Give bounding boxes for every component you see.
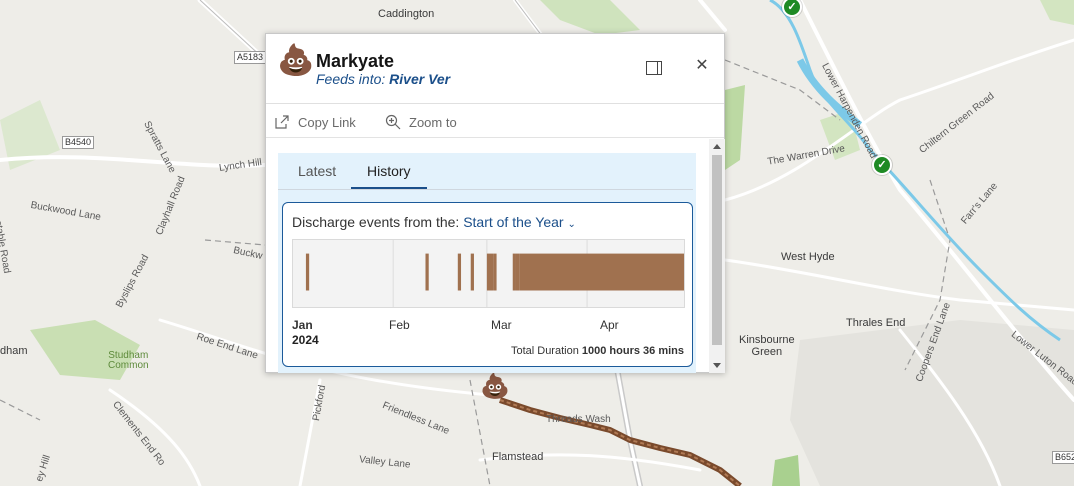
poo-icon[interactable]: 💩: [480, 375, 510, 399]
history-heading: Discharge events from the: Start of the …: [292, 214, 576, 230]
history-card: Discharge events from the: Start of the …: [282, 202, 693, 367]
scroll-down-icon[interactable]: [713, 363, 721, 368]
status-ok-marker[interactable]: ✓: [872, 155, 892, 175]
river-name: River Ver: [389, 71, 451, 87]
discharge-timeline: [292, 239, 685, 308]
place-label: dham: [0, 345, 28, 357]
place-label: Thrales End: [846, 317, 906, 329]
discharge-event-bar[interactable]: [305, 253, 310, 291]
map-green-area: [540, 0, 640, 35]
map-road: [723, 258, 1074, 312]
map-road: [723, 38, 1074, 202]
discharge-event-bar[interactable]: [493, 253, 497, 291]
map-green-area: [772, 455, 800, 486]
close-icon[interactable]: ✕: [694, 58, 710, 74]
discharge-event-bar[interactable]: [470, 253, 474, 291]
road-shield: B4540: [62, 136, 95, 149]
popup-actions: Copy Link Zoom to: [266, 105, 724, 138]
month-label: Apr: [600, 318, 619, 332]
map-road: [698, 0, 727, 32]
total-duration-value: 1000 hours 36 mins: [581, 345, 684, 357]
month-label: Feb: [389, 318, 410, 332]
scroll-up-icon[interactable]: [713, 144, 721, 149]
road-shield: B652: [1052, 451, 1074, 464]
info-popup: 💩 Markyate Feeds into: River Ver ✕ Copy …: [265, 33, 725, 373]
discharge-event-bar[interactable]: [519, 253, 684, 291]
range-selected: Start of the Year: [463, 214, 564, 230]
map-green-area: [725, 85, 745, 170]
road-label: Threads Wash: [546, 414, 611, 425]
tab-latest[interactable]: Latest: [282, 157, 352, 189]
history-heading-label: Discharge events from the:: [292, 214, 464, 230]
scrollbar-thumb[interactable]: [712, 155, 722, 345]
discharge-event-bar[interactable]: [515, 253, 520, 291]
tab-history[interactable]: History: [351, 157, 427, 189]
discharge-event-bar[interactable]: [425, 253, 429, 291]
copy-link-button[interactable]: Copy Link: [274, 112, 356, 132]
green-area-label: Studham Common: [108, 350, 149, 371]
copy-link-label: Copy Link: [298, 114, 356, 130]
tab-divider: [278, 189, 693, 190]
map-river: [769, 0, 1061, 342]
poo-icon: 💩: [277, 44, 315, 77]
road-shield: A5183: [234, 51, 267, 64]
popup-title: Markyate: [316, 51, 395, 71]
feeds-into-label: Feeds into:: [316, 71, 390, 87]
dock-icon[interactable]: [646, 61, 662, 75]
share-icon: [275, 115, 289, 129]
map-road: [108, 388, 202, 486]
popup-body: Latest History Discharge events from the…: [266, 139, 711, 373]
discharge-event-bar[interactable]: [512, 253, 516, 291]
map-green-area: [1040, 0, 1074, 25]
year-label: 2024: [292, 333, 319, 347]
zoom-to-label: Zoom to: [409, 114, 457, 130]
popup-subtitle: Feeds into: River Ver: [316, 71, 450, 87]
total-duration-label: Total Duration: [510, 345, 582, 357]
month-label: Mar: [491, 318, 512, 332]
place-label: Caddington: [378, 8, 435, 20]
map-boundary: [0, 399, 41, 421]
discharge-event-bar[interactable]: [457, 253, 462, 291]
total-duration: Total Duration 1000 hours 36 mins: [511, 345, 684, 357]
place-label: West Hyde: [781, 251, 835, 263]
chevron-down-icon: ⌄: [567, 219, 576, 230]
month-label: Jan: [292, 318, 313, 332]
place-label: Flamstead: [492, 451, 544, 463]
sewage-flow-line: [499, 397, 742, 486]
range-dropdown[interactable]: Start of the Year ⌄: [463, 214, 576, 230]
discharge-event-bar[interactable]: [486, 253, 494, 291]
popup-header: 💩 Markyate Feeds into: River Ver ✕: [266, 34, 724, 104]
zoom-to-button[interactable]: Zoom to: [385, 112, 457, 132]
place-label: Kinsbourne Green: [739, 334, 795, 358]
popup-scrollbar[interactable]: [709, 139, 725, 373]
zoom-in-icon: [385, 114, 401, 130]
